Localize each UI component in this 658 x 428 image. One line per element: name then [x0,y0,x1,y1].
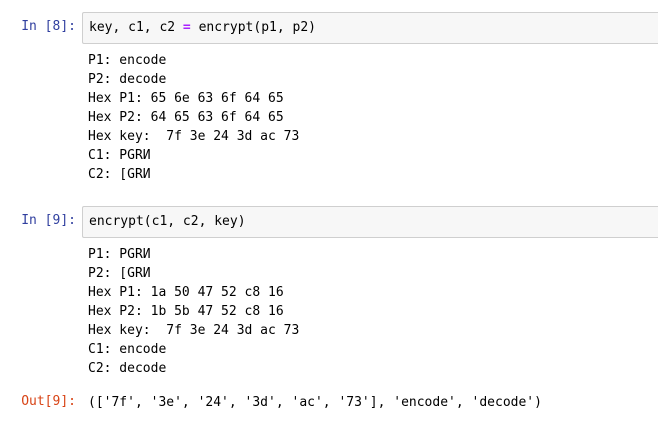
code-input-area[interactable]: encrypt(c1, c2, key) [82,206,658,238]
output-line: P2: [GRИ [88,264,299,283]
assign-operator: = [183,20,191,35]
output-result-value: (['7f', '3e', '24', '3d', 'ac', '73'], '… [88,394,542,411]
output-prompt: Out[9]: [0,394,76,409]
output-line: P1: PGRИ [88,245,299,264]
output-line: Hex P1: 1a 50 47 52 c8 16 [88,283,299,302]
code-rhs: encrypt(p1, p2) [199,20,316,35]
output-line: P2: decode [88,70,299,89]
cell-8-output: P1: encode P2: decode Hex P1: 65 6e 63 6… [88,51,299,184]
output-line: Hex P1: 65 6e 63 6f 64 65 [88,89,299,108]
code-lhs: key, c1, c2 [89,20,175,35]
output-line: C2: [GRИ [88,165,299,184]
output-line: C1: encode [88,340,299,359]
output-line: Hex key: 7f 3e 24 3d ac 73 [88,127,299,146]
input-prompt: In [9]: [0,213,76,228]
code-input-area[interactable]: key, c1, c2 = encrypt(p1, p2) [82,12,658,44]
output-line: C1: PGRИ [88,146,299,165]
output-line: C2: decode [88,359,299,378]
output-line: Hex key: 7f 3e 24 3d ac 73 [88,321,299,340]
input-prompt: In [8]: [0,19,76,34]
output-line: Hex P2: 1b 5b 47 52 c8 16 [88,302,299,321]
output-line: Hex P2: 64 65 63 6f 64 65 [88,108,299,127]
output-line: P1: encode [88,51,299,70]
code-line: key, c1, c2 = encrypt(p1, p2) [89,20,316,35]
cell-9-output: P1: PGRИ P2: [GRИ Hex P1: 1a 50 47 5… [88,245,299,378]
code-line: encrypt(c1, c2, key) [89,214,246,229]
